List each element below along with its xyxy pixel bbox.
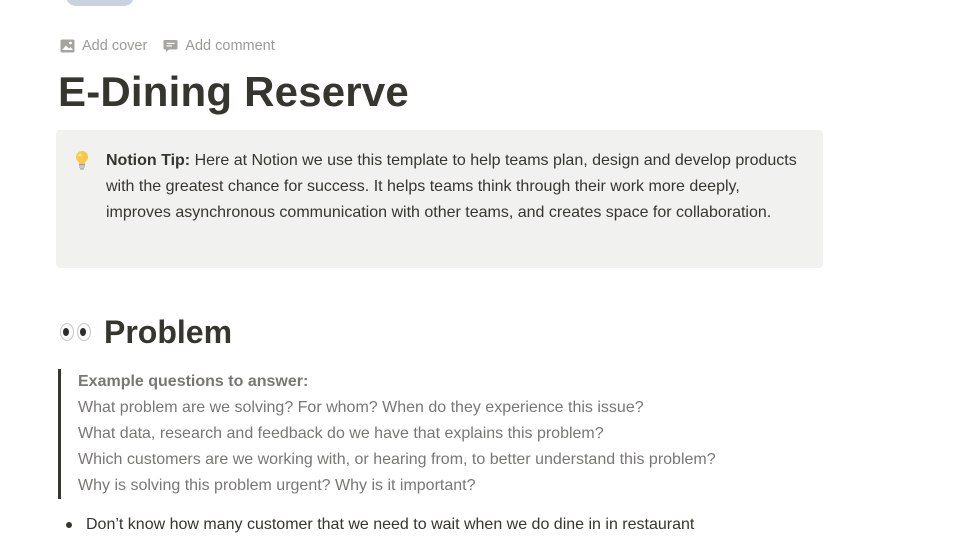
image-icon bbox=[60, 39, 75, 53]
problem-heading-text: Problem bbox=[104, 314, 233, 350]
quote-line: What problem are we solving? For whom? W… bbox=[78, 399, 644, 416]
callout-label: Notion Tip: bbox=[106, 152, 191, 169]
notion-page: Add cover Add comment E-Dining Reserve N… bbox=[0, 0, 960, 540]
comment-icon bbox=[163, 39, 178, 53]
callout-block[interactable]: Notion Tip: Here at Notion we use this t… bbox=[56, 130, 823, 268]
page-title[interactable]: E-Dining Reserve bbox=[58, 66, 409, 118]
quote-block[interactable]: Example questions to answer: What proble… bbox=[58, 369, 818, 499]
quote-title: Example questions to answer: bbox=[78, 373, 309, 390]
callout-text[interactable]: Notion Tip: Here at Notion we use this t… bbox=[106, 148, 806, 226]
quote-line: Why is solving this problem urgent? Why … bbox=[78, 477, 476, 494]
add-cover-label: Add cover bbox=[82, 38, 148, 54]
bullet-text: Don’t know how many customer that we nee… bbox=[86, 516, 695, 533]
lightbulb-icon[interactable] bbox=[74, 150, 90, 170]
right-eye bbox=[77, 323, 91, 341]
quote-line: What data, research and feedback do we h… bbox=[78, 425, 604, 442]
quote-line: Which customers are we working with, or … bbox=[78, 451, 716, 468]
page-icon[interactable] bbox=[66, 0, 134, 6]
bullet-dot bbox=[66, 522, 72, 528]
problem-heading[interactable]: Problem bbox=[60, 310, 232, 354]
add-comment-label: Add comment bbox=[185, 38, 275, 54]
callout-body: Here at Notion we use this template to h… bbox=[106, 152, 797, 221]
eyes-icon[interactable] bbox=[60, 323, 91, 341]
bullet-item[interactable]: Don’t know how many customer that we nee… bbox=[66, 512, 694, 538]
add-comment-button[interactable]: Add comment bbox=[163, 38, 275, 54]
left-eye bbox=[60, 323, 74, 341]
add-cover-button[interactable]: Add cover bbox=[60, 38, 147, 54]
page-controls: Add cover Add comment bbox=[60, 38, 275, 54]
